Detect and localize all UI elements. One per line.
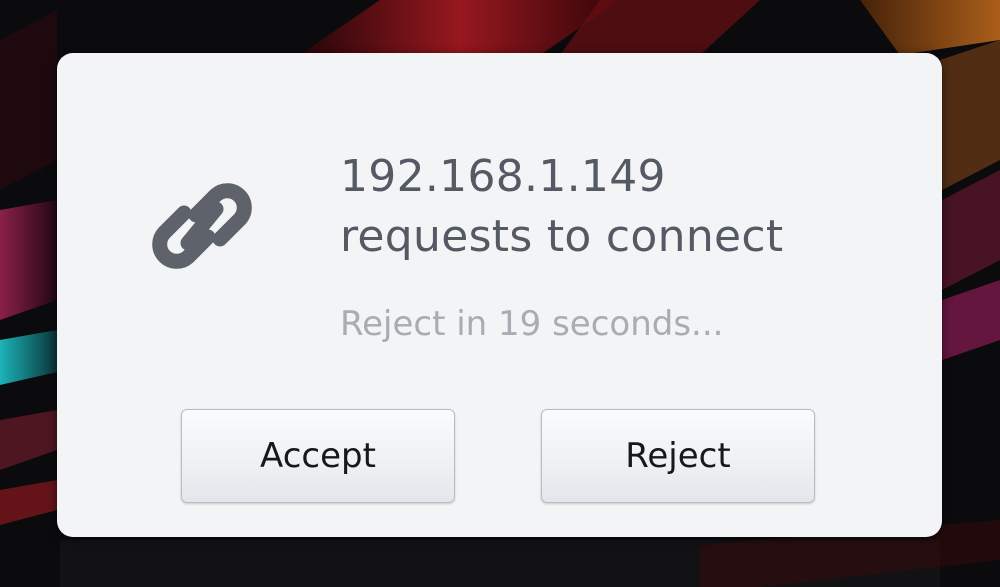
connection-request-dialog: 192.168.1.149 requests to connect Reject… (57, 53, 942, 537)
request-message: requests to connect (340, 211, 784, 262)
request-title: 192.168.1.149 requests to connect (340, 147, 900, 267)
auto-reject-countdown: Reject in 19 seconds... (340, 304, 724, 344)
link-icon (152, 183, 252, 269)
request-ip-address: 192.168.1.149 (340, 151, 666, 202)
accept-button[interactable]: Accept (181, 409, 455, 503)
reject-button[interactable]: Reject (541, 409, 815, 503)
